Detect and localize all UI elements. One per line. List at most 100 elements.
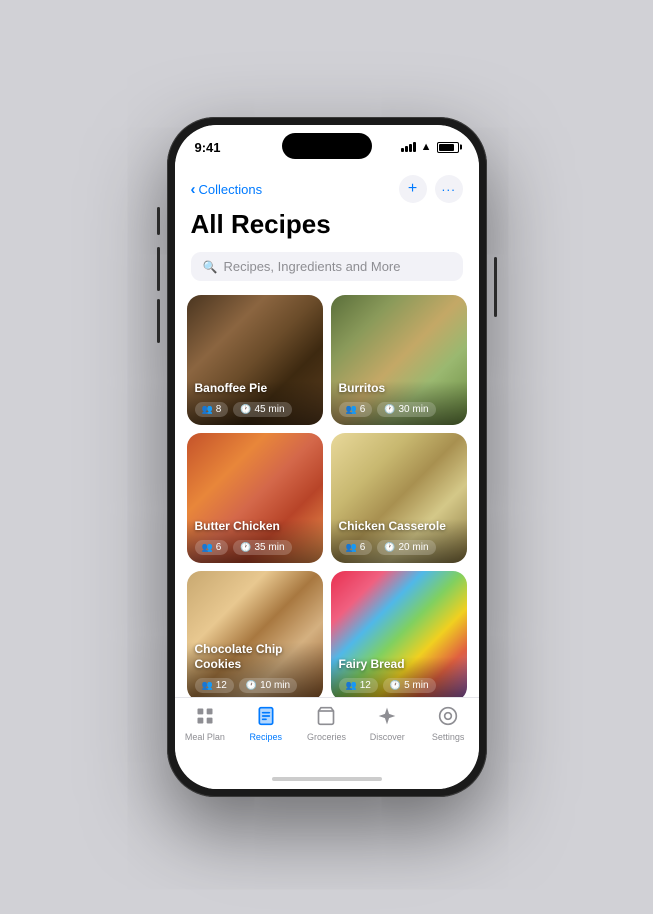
- search-icon: 🔍: [203, 260, 218, 274]
- recipe-meta-fairy-bread: 👥 12 🕐 5 min: [339, 678, 459, 693]
- recipe-servings-badge-fairy-bread: 👥 12: [339, 678, 378, 693]
- tab-meal-plan[interactable]: Meal Plan: [175, 706, 236, 742]
- recipe-time-banoffee-pie: 45 min: [255, 404, 285, 415]
- search-placeholder: Recipes, Ingredients and More: [223, 259, 400, 274]
- recipe-time-burritos: 30 min: [399, 404, 429, 415]
- recipe-card-fairy-bread[interactable]: Fairy Bread 👥 12 🕐 5 min: [331, 571, 467, 697]
- recipe-time-badge-butter-chicken: 🕐 35 min: [233, 540, 291, 555]
- recipe-card-butter-chicken[interactable]: Butter Chicken 👥 6 🕐 35 min: [187, 433, 323, 563]
- tab-discover[interactable]: Discover: [357, 706, 418, 742]
- recipe-time-fairy-bread: 5 min: [404, 680, 428, 691]
- recipe-overlay-burritos: Burritos 👥 6 🕐 30 min: [331, 381, 467, 425]
- recipe-overlay-fairy-bread: Fairy Bread 👥 12 🕐 5 min: [331, 657, 467, 697]
- recipe-meta-chicken-casserole: 👥 6 🕐 20 min: [339, 540, 459, 555]
- recipe-servings-badge-chocolate-chip-cookies: 👥 12: [195, 678, 234, 693]
- recipe-servings-burritos: 6: [360, 404, 366, 415]
- tab-settings[interactable]: Settings: [418, 706, 479, 742]
- recipe-overlay-banoffee-pie: Banoffee Pie 👥 8 🕐 45 min: [187, 381, 323, 425]
- people-icon: 👥: [346, 404, 357, 415]
- page-title: All Recipes: [191, 209, 463, 240]
- people-icon: 👥: [202, 404, 213, 415]
- plus-icon: +: [408, 181, 417, 197]
- tab-label-meal-plan: Meal Plan: [185, 732, 225, 742]
- recipe-time-badge-burritos: 🕐 30 min: [377, 402, 435, 417]
- recipe-name-chicken-casserole: Chicken Casserole: [339, 519, 459, 535]
- recipe-name-burritos: Burritos: [339, 381, 459, 397]
- people-icon: 👥: [202, 680, 213, 691]
- tab-label-recipes: Recipes: [249, 732, 282, 742]
- tab-label-discover: Discover: [370, 732, 405, 742]
- tab-label-settings: Settings: [432, 732, 465, 742]
- home-indicator: [175, 769, 479, 789]
- recipe-time-badge-chicken-casserole: 🕐 20 min: [377, 540, 435, 555]
- recipe-servings-badge-burritos: 👥 6: [339, 402, 373, 417]
- status-bar: 9:41 ▲: [175, 125, 479, 169]
- back-label: Collections: [199, 182, 263, 197]
- recipe-servings-butter-chicken: 6: [216, 542, 222, 553]
- tab-icon-discover: [377, 706, 397, 729]
- recipe-card-banoffee-pie[interactable]: Banoffee Pie 👥 8 🕐 45 min: [187, 295, 323, 425]
- nav-actions: + ···: [399, 175, 463, 203]
- recipe-overlay-chocolate-chip-cookies: Chocolate Chip Cookies 👥 12 🕐 10 min: [187, 642, 323, 697]
- search-section: 🔍 Recipes, Ingredients and More: [175, 248, 479, 289]
- back-button[interactable]: ‹ Collections: [191, 181, 263, 198]
- recipe-time-badge-chocolate-chip-cookies: 🕐 10 min: [239, 678, 297, 693]
- recipe-servings-chocolate-chip-cookies: 12: [216, 680, 227, 691]
- recipe-name-fairy-bread: Fairy Bread: [339, 657, 459, 673]
- clock-icon: 🕐: [240, 542, 251, 553]
- chevron-left-icon: ‹: [191, 181, 196, 198]
- recipe-meta-butter-chicken: 👥 6 🕐 35 min: [195, 540, 315, 555]
- recipe-servings-banoffee-pie: 8: [216, 404, 222, 415]
- recipe-card-burritos[interactable]: Burritos 👥 6 🕐 30 min: [331, 295, 467, 425]
- tab-icon-recipes: [256, 706, 276, 729]
- recipe-name-banoffee-pie: Banoffee Pie: [195, 381, 315, 397]
- recipe-name-butter-chicken: Butter Chicken: [195, 519, 315, 535]
- recipe-overlay-butter-chicken: Butter Chicken 👥 6 🕐 35 min: [187, 519, 323, 563]
- ellipsis-icon: ···: [441, 182, 456, 197]
- more-button[interactable]: ···: [435, 175, 463, 203]
- tab-icon-groceries: [316, 706, 336, 729]
- recipe-time-badge-fairy-bread: 🕐 5 min: [383, 678, 436, 693]
- recipe-time-badge-banoffee-pie: 🕐 45 min: [233, 402, 291, 417]
- tab-icon-meal-plan: [195, 706, 215, 729]
- clock-icon: 🕐: [246, 680, 257, 691]
- clock-icon: 🕐: [390, 680, 401, 691]
- recipe-servings-badge-banoffee-pie: 👥 8: [195, 402, 229, 417]
- recipe-time-chocolate-chip-cookies: 10 min: [260, 680, 290, 691]
- recipe-time-butter-chicken: 35 min: [255, 542, 285, 553]
- recipe-meta-burritos: 👥 6 🕐 30 min: [339, 402, 459, 417]
- signal-icon: [401, 142, 416, 152]
- people-icon: 👥: [346, 542, 357, 553]
- dynamic-island: [282, 133, 372, 159]
- recipe-servings-badge-chicken-casserole: 👥 6: [339, 540, 373, 555]
- recipe-meta-banoffee-pie: 👥 8 🕐 45 min: [195, 402, 315, 417]
- recipe-servings-chicken-casserole: 6: [360, 542, 366, 553]
- page-title-section: All Recipes: [175, 207, 479, 248]
- clock-icon: 🕐: [384, 542, 395, 553]
- tab-recipes[interactable]: Recipes: [235, 706, 296, 742]
- tab-bar: Meal Plan Recipes Groceries Discover Set…: [175, 697, 479, 769]
- people-icon: 👥: [202, 542, 213, 553]
- clock-icon: 🕐: [240, 404, 251, 415]
- recipe-card-chocolate-chip-cookies[interactable]: Chocolate Chip Cookies 👥 12 🕐 10 min: [187, 571, 323, 697]
- status-icons: ▲: [401, 141, 459, 153]
- search-bar[interactable]: 🔍 Recipes, Ingredients and More: [191, 252, 463, 281]
- recipe-overlay-chicken-casserole: Chicken Casserole 👥 6 🕐 20 min: [331, 519, 467, 563]
- recipe-meta-chocolate-chip-cookies: 👥 12 🕐 10 min: [195, 678, 315, 693]
- recipe-time-chicken-casserole: 20 min: [399, 542, 429, 553]
- recipe-servings-badge-butter-chicken: 👥 6: [195, 540, 229, 555]
- recipe-name-chocolate-chip-cookies: Chocolate Chip Cookies: [195, 642, 315, 673]
- people-icon: 👥: [346, 680, 357, 691]
- status-time: 9:41: [195, 140, 221, 155]
- recipes-grid: Banoffee Pie 👥 8 🕐 45 min Burritos 👥 6: [175, 289, 479, 697]
- wifi-icon: ▲: [421, 141, 432, 153]
- add-button[interactable]: +: [399, 175, 427, 203]
- phone-frame: 9:41 ▲ ‹ Collections: [167, 117, 487, 797]
- tab-icon-settings: [438, 706, 458, 729]
- phone-screen: 9:41 ▲ ‹ Collections: [175, 125, 479, 789]
- tab-groceries[interactable]: Groceries: [296, 706, 357, 742]
- battery-icon: [437, 142, 459, 153]
- tab-label-groceries: Groceries: [307, 732, 346, 742]
- recipe-card-chicken-casserole[interactable]: Chicken Casserole 👥 6 🕐 20 min: [331, 433, 467, 563]
- navigation-bar: ‹ Collections + ···: [175, 169, 479, 207]
